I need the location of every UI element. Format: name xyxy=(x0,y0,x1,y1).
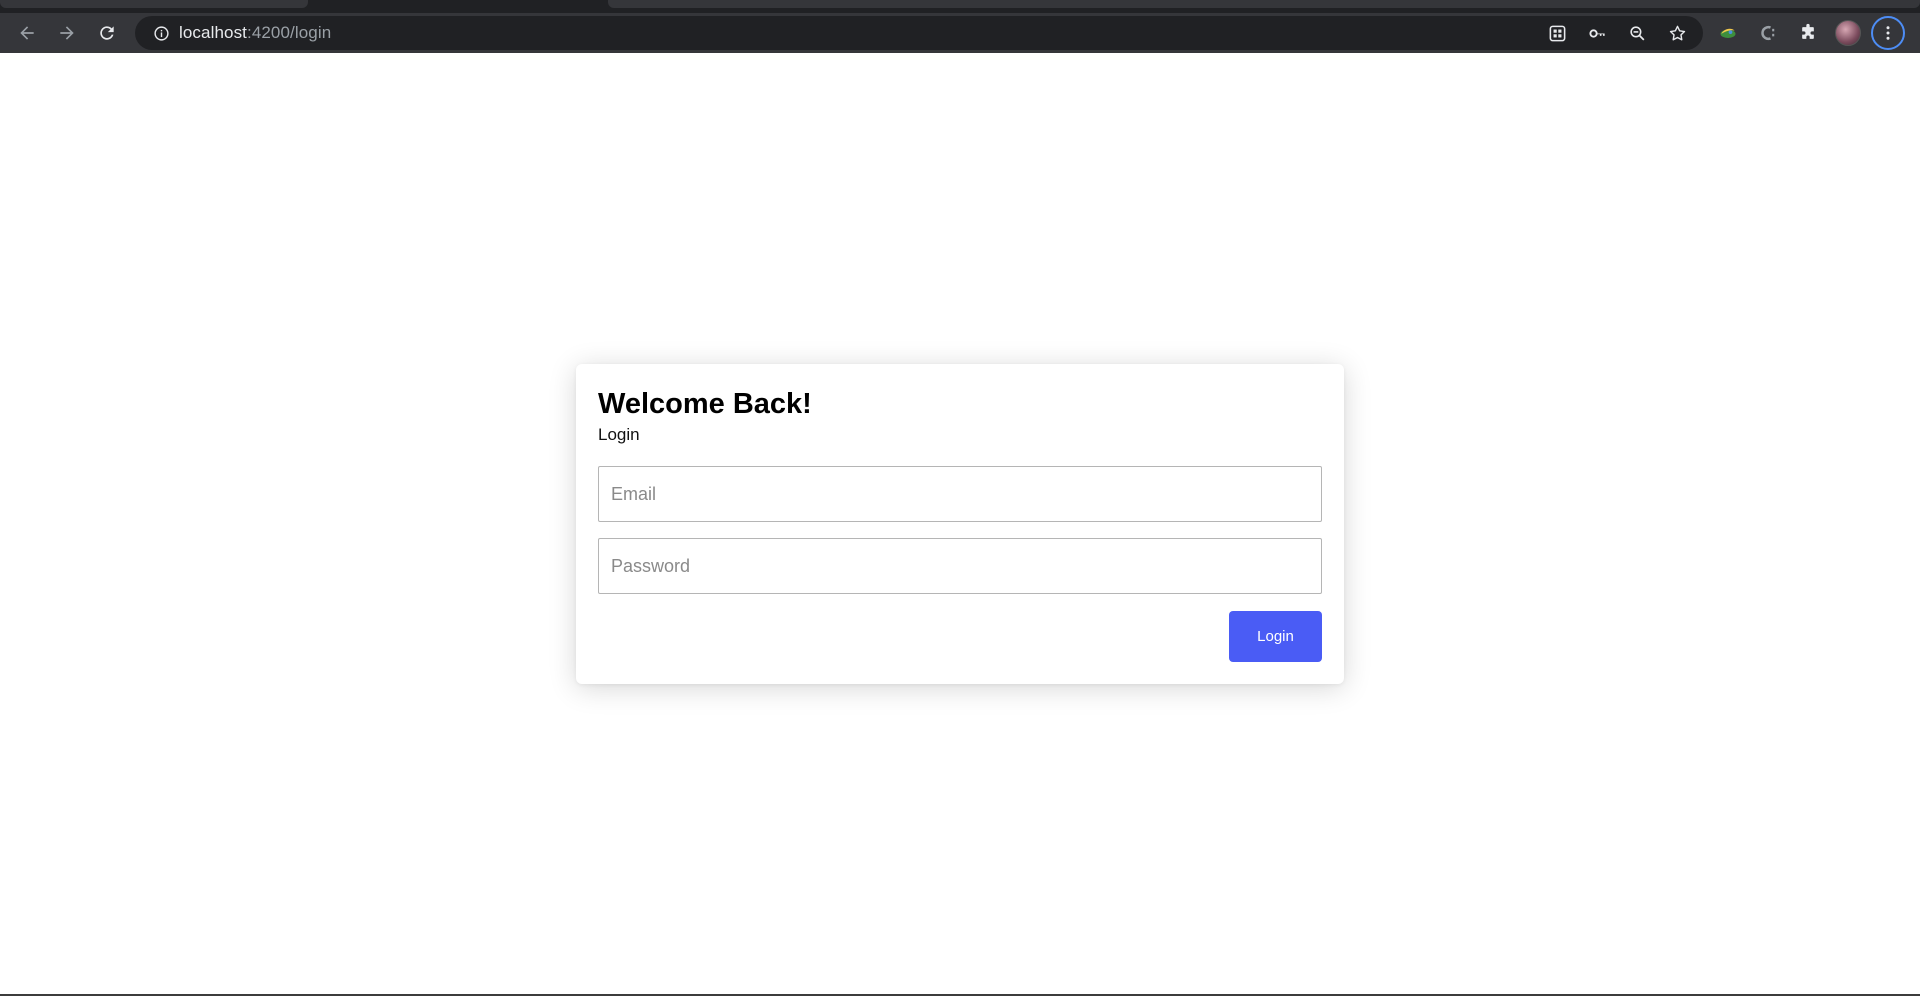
tab-inactive[interactable] xyxy=(0,0,308,8)
extension-leaf-icon xyxy=(1720,28,1736,38)
address-bar-actions xyxy=(1539,16,1695,50)
key-icon xyxy=(1588,28,1605,38)
page-title: Welcome Back! xyxy=(598,388,812,420)
browser-toolbar: localhost:4200/login xyxy=(0,13,1920,53)
extension-button[interactable] xyxy=(1751,16,1785,50)
password-manager-button[interactable] xyxy=(1579,16,1615,50)
site-info-button[interactable] xyxy=(143,25,179,42)
url-host: localhost xyxy=(179,23,247,42)
kebab-menu-icon xyxy=(1886,26,1890,40)
star-icon xyxy=(1669,25,1685,40)
zoom-out-icon xyxy=(1629,25,1644,40)
puzzle-icon xyxy=(1802,23,1814,39)
bookmark-button[interactable] xyxy=(1659,16,1695,50)
extensions-area xyxy=(1711,13,1905,53)
forward-button[interactable] xyxy=(47,13,87,53)
address-bar[interactable]: localhost:4200/login xyxy=(135,16,1703,50)
zoom-button[interactable] xyxy=(1619,16,1655,50)
card-subtitle: Login xyxy=(598,425,640,444)
tab-inactive[interactable] xyxy=(608,0,1920,8)
tab-strip xyxy=(0,0,1920,13)
extension-c-icon xyxy=(1761,25,1775,41)
reload-icon xyxy=(100,26,114,40)
extensions-menu-button[interactable] xyxy=(1791,16,1825,50)
install-app-button[interactable] xyxy=(1539,16,1575,50)
avatar xyxy=(1835,20,1861,46)
url-text[interactable]: localhost:4200/login xyxy=(179,23,331,43)
form-actions: Login xyxy=(598,611,1322,662)
email-field[interactable] xyxy=(598,466,1322,522)
back-button[interactable] xyxy=(7,13,47,53)
reload-button[interactable] xyxy=(87,13,127,53)
url-path: :4200/login xyxy=(247,23,332,42)
arrow-left-icon xyxy=(20,26,34,40)
app-install-icon xyxy=(1549,25,1565,41)
info-icon xyxy=(153,25,169,41)
browser-menu-button[interactable] xyxy=(1871,16,1905,50)
arrow-right-icon xyxy=(60,26,74,40)
extension-button[interactable] xyxy=(1711,16,1745,50)
login-button[interactable]: Login xyxy=(1229,611,1322,662)
profile-button[interactable] xyxy=(1831,16,1865,50)
page-viewport: Welcome Back! Login Login xyxy=(0,53,1920,994)
login-card: Welcome Back! Login Login xyxy=(576,364,1344,684)
password-field[interactable] xyxy=(598,538,1322,594)
